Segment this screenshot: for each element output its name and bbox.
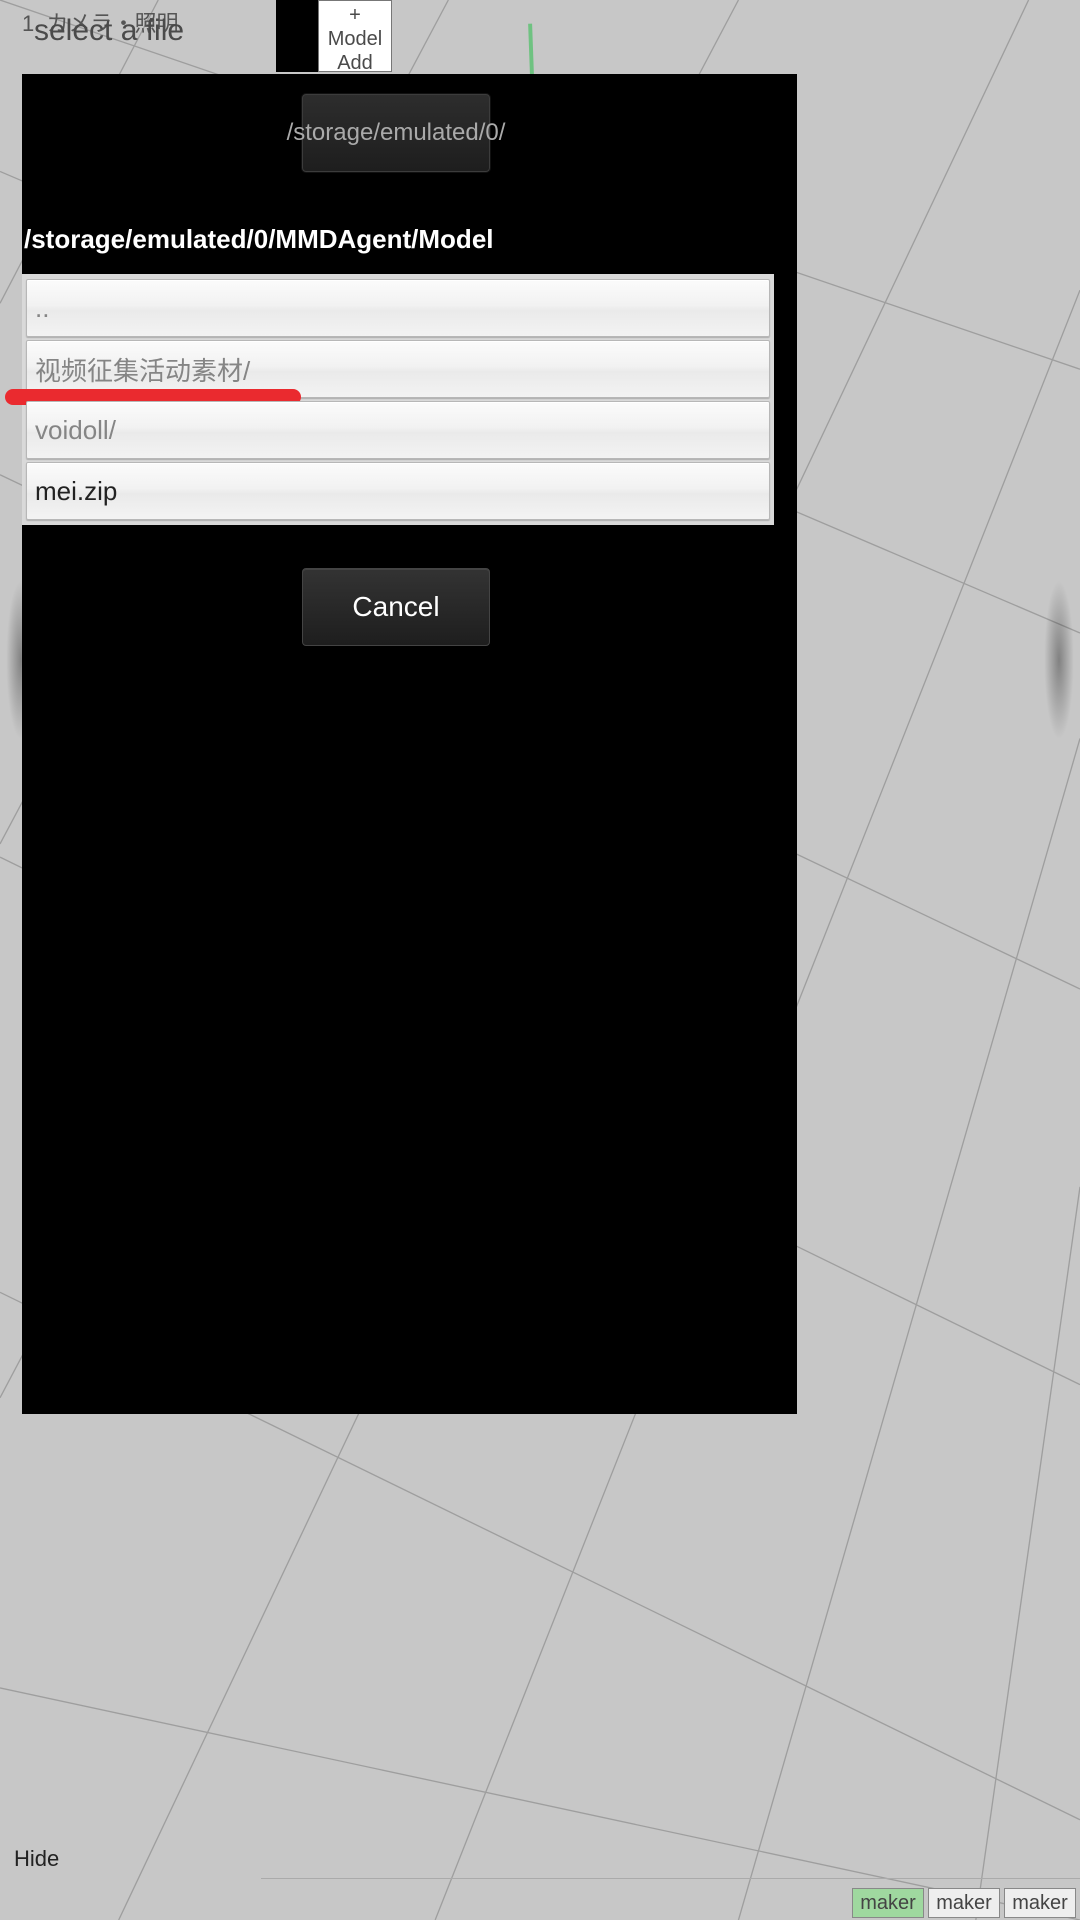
- plus-icon: +: [319, 3, 391, 27]
- maker-button-3[interactable]: maker: [1004, 1888, 1076, 1918]
- model-add-button[interactable]: + Model Add: [318, 0, 392, 72]
- cancel-button[interactable]: Cancel: [302, 568, 490, 646]
- maker-button-2[interactable]: maker: [928, 1888, 1000, 1918]
- list-item-label: voidoll/: [35, 415, 116, 446]
- current-path-label: /storage/emulated/0/MMDAgent/Model: [24, 224, 494, 255]
- storage-root-button[interactable]: /storage/emulated/0/: [302, 94, 490, 172]
- file-list: .. 视频征集活动素材/ voidoll/ mei.zip: [22, 274, 774, 525]
- list-item-label: ..: [35, 293, 49, 324]
- maker-button-1[interactable]: maker: [852, 1888, 924, 1918]
- list-item-folder[interactable]: 视频征集活动素材/: [26, 340, 770, 398]
- list-item-file[interactable]: mei.zip: [26, 462, 770, 520]
- dialog-title: select a file: [34, 14, 184, 48]
- list-item-label: 视频征集活动素材/: [35, 351, 250, 388]
- model-add-label: Model Add: [319, 27, 391, 75]
- list-item-folder[interactable]: voidoll/: [26, 401, 770, 459]
- hide-label: Hide: [14, 1846, 59, 1872]
- file-picker-dialog: /storage/emulated/0/ /storage/emulated/0…: [22, 74, 797, 1414]
- list-item-label: mei.zip: [35, 476, 117, 507]
- list-item-parent[interactable]: ..: [26, 279, 770, 337]
- bg-black-strip: [276, 0, 318, 72]
